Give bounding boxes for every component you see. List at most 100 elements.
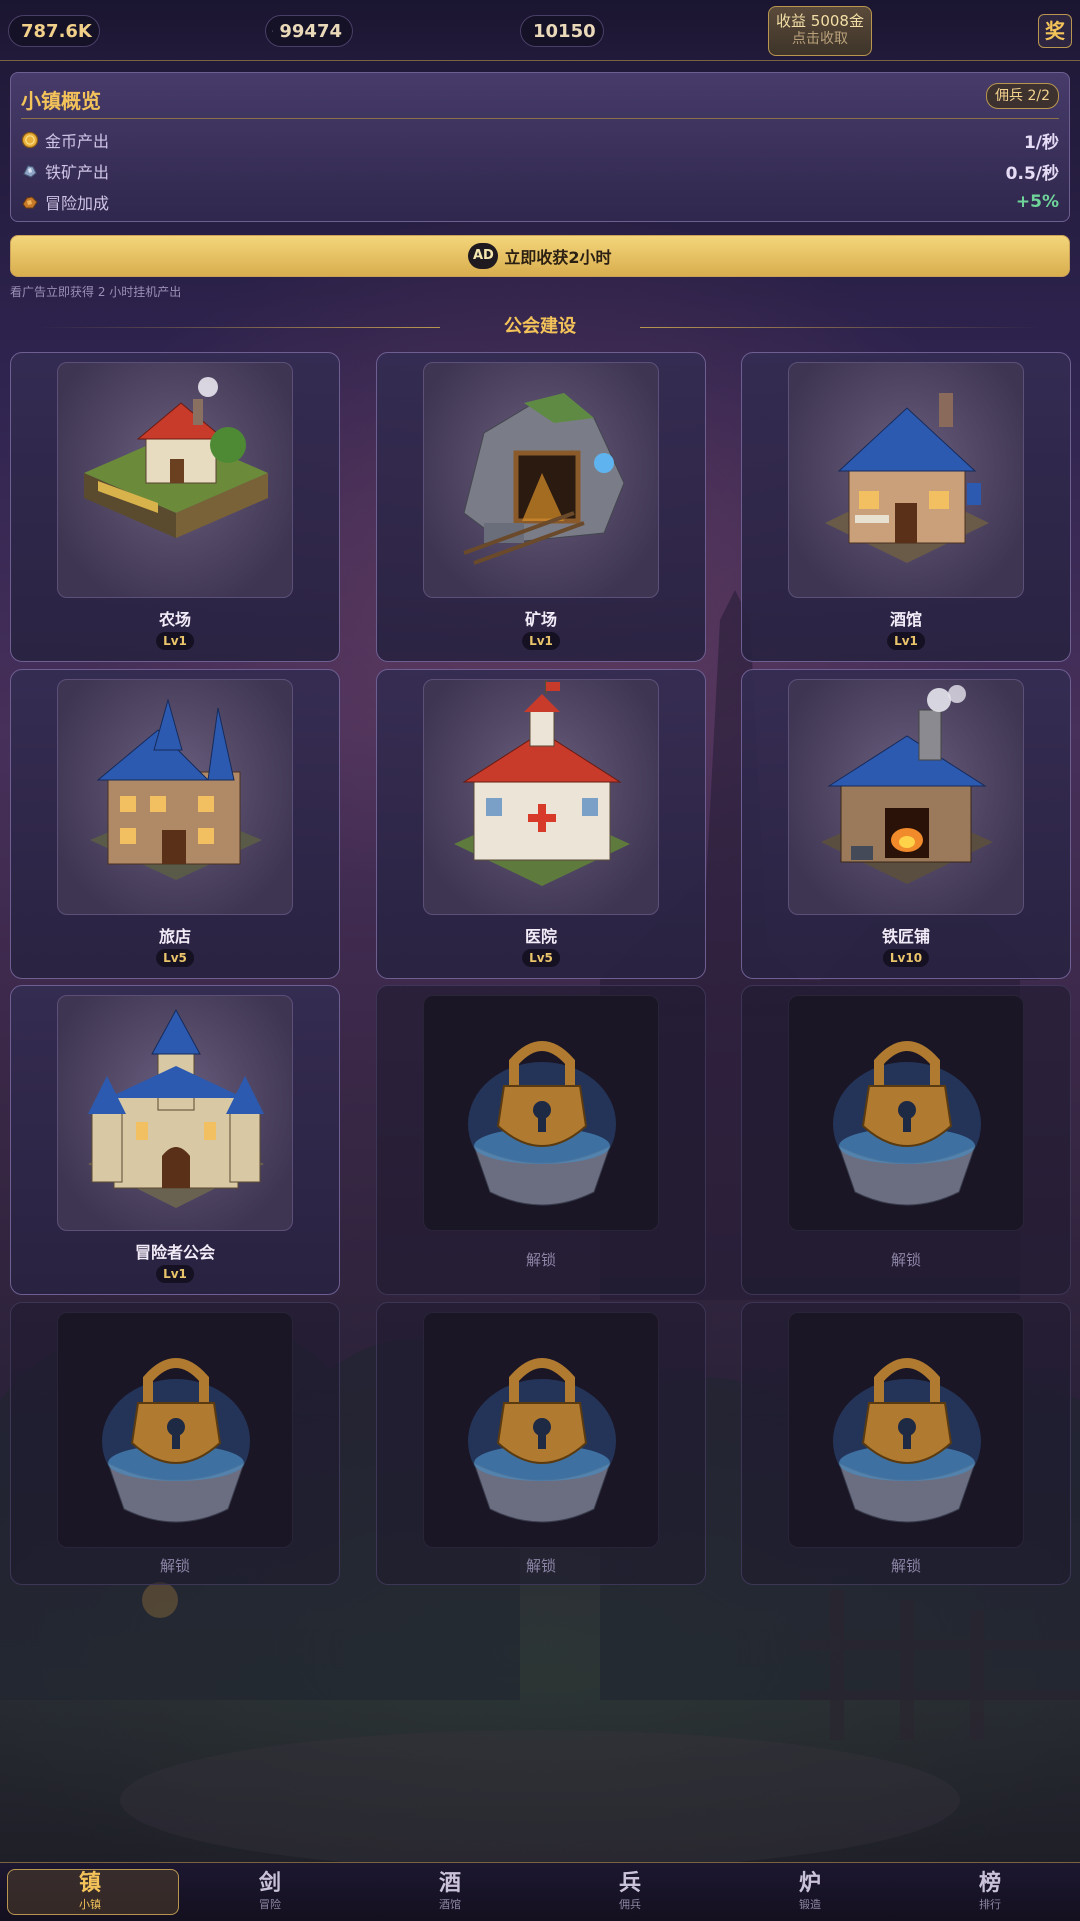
reward-button[interactable]: 奖: [1038, 14, 1072, 48]
building-level-badge: Lv1: [156, 1265, 194, 1283]
unlock-label: 解锁: [377, 1555, 705, 1576]
building-card-mine[interactable]: 矿场 Lv1: [376, 352, 706, 662]
building-thumbnail: [788, 995, 1024, 1231]
locked-slot[interactable]: 解锁: [741, 1302, 1071, 1585]
resource-bar: 787.6K 99474 10150 收益 5008金 点击收取 奖: [0, 0, 1080, 61]
building-thumbnail: [57, 362, 293, 598]
building-level-badge: Lv5: [156, 949, 194, 967]
building-thumbnail: [423, 995, 659, 1231]
building-thumbnail: [788, 1312, 1024, 1548]
stat-label: 铁矿产出: [45, 159, 1006, 183]
nav-tab-mercenary[interactable]: 兵 佣兵: [540, 1863, 720, 1921]
gem-amount: 10150: [533, 21, 596, 42]
nav-tab-ranking[interactable]: 榜 排行: [900, 1863, 1080, 1921]
building-thumbnail: [423, 679, 659, 915]
claim-income-button[interactable]: 收益 5008金 点击收取: [768, 6, 872, 56]
building-name: 酒馆: [742, 606, 1070, 630]
iron-ore-icon: [272, 22, 273, 40]
mercenary-count-badge: 佣兵 2/2: [986, 83, 1059, 109]
building-card-tavern[interactable]: 酒馆 Lv1: [741, 352, 1071, 662]
ad-icon: AD: [468, 243, 498, 269]
gold-coin-icon: [21, 131, 39, 149]
ad-button-label: 立即收获2小时: [504, 244, 611, 268]
nav-tab-glyph: 镇: [0, 1871, 180, 1897]
building-thumbnail: [57, 679, 293, 915]
overview-divider: [21, 118, 1059, 119]
nav-tab-glyph: 兵: [540, 1871, 720, 1897]
building-level-badge: Lv5: [522, 949, 560, 967]
nav-tab-label: 冒险: [180, 1897, 360, 1913]
building-name: 农场: [11, 606, 339, 630]
stat-row-gold: 金币产出 1/秒: [21, 126, 1059, 154]
stat-label: 冒险加成: [45, 190, 1016, 214]
gold-resource: 787.6K: [8, 15, 100, 47]
gem-resource: 10150: [520, 15, 604, 47]
nav-tab-glyph: 酒: [360, 1871, 540, 1897]
header-line-right: [640, 327, 1040, 328]
locked-slot[interactable]: 解锁: [376, 1302, 706, 1585]
building-card-adventurer-guild[interactable]: 冒险者公会 Lv1: [10, 985, 340, 1295]
mine-icon: [424, 363, 660, 599]
unlock-label: 解锁: [377, 1249, 705, 1270]
building-thumbnail: [423, 1312, 659, 1548]
nav-tab-label: 酒馆: [360, 1897, 540, 1913]
nav-tab-adventure[interactable]: 剑 冒险: [180, 1863, 360, 1921]
stat-value: +5%: [1016, 192, 1059, 212]
building-thumbnail: [788, 679, 1024, 915]
adventure-bonus-icon: [21, 193, 39, 211]
building-card-inn[interactable]: 旅店 Lv5: [10, 669, 340, 979]
unlock-label: 解锁: [742, 1555, 1070, 1576]
locked-slot[interactable]: 解锁: [376, 985, 706, 1295]
stat-row-iron: 铁矿产出 0.5/秒: [21, 157, 1059, 185]
gold-amount: 787.6K: [21, 21, 92, 42]
lock-icon: [789, 996, 1025, 1232]
nav-tab-glyph: 剑: [180, 1871, 360, 1897]
locked-slot[interactable]: 解锁: [741, 985, 1071, 1295]
stat-value: 0.5/秒: [1006, 159, 1059, 184]
stat-row-adventure: 冒险加成 +5%: [21, 188, 1059, 216]
building-name: 铁匠铺: [742, 923, 1070, 947]
hospital-icon: [424, 680, 660, 916]
stat-value: 1/秒: [1024, 128, 1059, 153]
guild-castle-icon: [58, 996, 294, 1232]
section-title: 公会建设: [504, 316, 576, 337]
stat-label: 金币产出: [45, 128, 1024, 152]
nav-tab-label: 佣兵: [540, 1897, 720, 1913]
iron-ore-icon: [21, 162, 39, 180]
iron-amount: 99474: [279, 21, 342, 42]
lock-icon: [424, 996, 660, 1232]
building-thumbnail: [57, 995, 293, 1231]
building-card-farm[interactable]: 农场 Lv1: [10, 352, 340, 662]
blacksmith-icon: [789, 680, 1025, 916]
guild-construction-header: 公会建设: [0, 315, 1080, 339]
nav-tab-forge[interactable]: 炉 锻造: [720, 1863, 900, 1921]
nav-tab-label: 锻造: [720, 1897, 900, 1913]
building-name: 冒险者公会: [11, 1239, 339, 1263]
iron-resource: 99474: [265, 15, 353, 47]
nav-tab-glyph: 榜: [900, 1871, 1080, 1897]
unlock-label: 解锁: [742, 1249, 1070, 1270]
building-name: 旅店: [11, 923, 339, 947]
ad-hint-text: 看广告立即获得 2 小时挂机产出: [10, 283, 181, 300]
watch-ad-harvest-button[interactable]: AD 立即收获2小时: [10, 235, 1070, 277]
tavern-icon: [789, 363, 1025, 599]
lock-icon: [789, 1313, 1025, 1549]
nav-tab-town[interactable]: 镇 小镇: [0, 1863, 180, 1921]
building-card-blacksmith[interactable]: 铁匠铺 Lv10: [741, 669, 1071, 979]
lock-icon: [424, 1313, 660, 1549]
farm-icon: [58, 363, 294, 599]
town-overview-panel: 小镇概览 佣兵 2/2 金币产出 1/秒 铁矿产出 0.5/秒 冒险加成 +5%: [10, 72, 1070, 222]
claim-income-hint: 点击收取: [769, 30, 871, 48]
inn-icon: [58, 680, 294, 916]
claim-income-amount: 收益 5008金: [769, 12, 871, 30]
locked-slot[interactable]: 解锁: [10, 1302, 340, 1585]
nav-tab-tavern[interactable]: 酒 酒馆: [360, 1863, 540, 1921]
overview-title: 小镇概览: [21, 85, 101, 114]
lock-icon: [58, 1313, 294, 1549]
building-name: 矿场: [377, 606, 705, 630]
building-card-hospital[interactable]: 医院 Lv5: [376, 669, 706, 979]
building-thumbnail: [423, 362, 659, 598]
nav-tab-label: 排行: [900, 1897, 1080, 1913]
building-level-badge: Lv10: [883, 949, 929, 967]
unlock-label: 解锁: [11, 1555, 339, 1576]
